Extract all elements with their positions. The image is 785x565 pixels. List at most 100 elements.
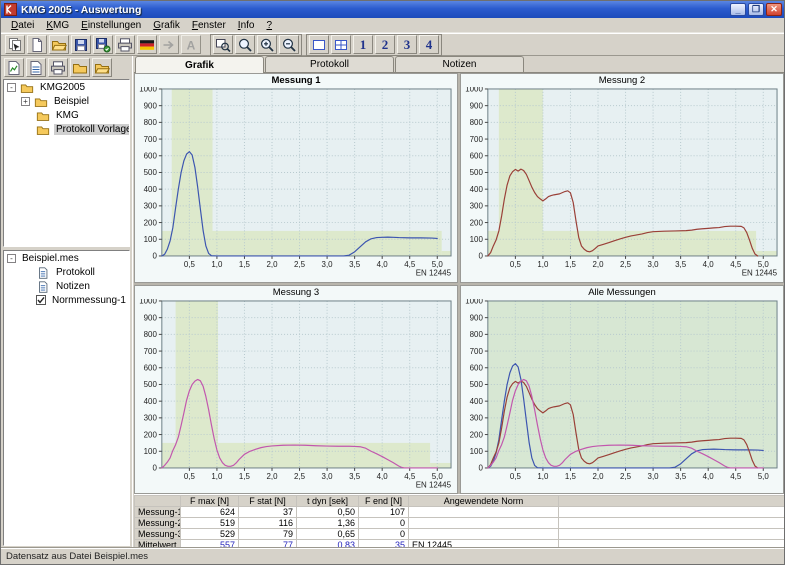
x-tick-label: 5,0 xyxy=(432,471,444,480)
open-folder-icon xyxy=(51,37,67,53)
tree-item-protokoll[interactable]: Protokoll xyxy=(4,265,129,279)
close-button[interactable]: ✕ xyxy=(766,3,782,16)
chart-svg-messung-2[interactable]: 010020030040050060070080090010000,51,01,… xyxy=(461,87,783,282)
tab-grafik[interactable]: Grafik xyxy=(135,56,264,73)
table-doc-button[interactable] xyxy=(26,58,46,77)
restore-button[interactable]: ❐ xyxy=(748,3,764,16)
x-tick-label: 5,0 xyxy=(758,471,770,480)
tolerance-zone xyxy=(488,231,756,256)
chart-svg-alle-messungen[interactable]: 010020030040050060070080090010000,51,01,… xyxy=(461,299,783,494)
document-icon xyxy=(36,266,50,280)
tree-item-kmg2005[interactable]: -KMG2005 xyxy=(4,80,129,94)
chart-doc-button[interactable] xyxy=(4,58,24,77)
tab-notizen[interactable]: Notizen xyxy=(395,56,524,72)
flag-german-button[interactable] xyxy=(137,35,157,54)
open-folder-button[interactable] xyxy=(49,35,69,54)
x-tick-label: 3,5 xyxy=(675,471,687,480)
tree-item-normmessung-1[interactable]: Normmessung-1 xyxy=(4,293,129,307)
letter-a-button[interactable]: A xyxy=(181,35,201,54)
print-button[interactable] xyxy=(115,35,135,54)
checkbox-checked-icon[interactable] xyxy=(36,295,46,305)
table-row-messung-1[interactable]: Messung-1624370,50107 xyxy=(135,507,785,518)
tree-item-beispiel-mes[interactable]: -Beispiel.mes xyxy=(4,251,129,265)
menu-fenster[interactable]: Fenster xyxy=(186,19,232,32)
table-row-messung-3[interactable]: Messung-3529790,650 xyxy=(135,529,785,540)
y-tick-label: 300 xyxy=(144,202,158,211)
view-1-button[interactable]: 1 xyxy=(353,35,373,54)
folder-tree[interactable]: -KMG2005+BeispielKMGProtokoll Vorlage xyxy=(3,79,130,247)
chart-panel-alle-messungen[interactable]: Alle Messungen01002003004005006007008009… xyxy=(460,285,784,495)
file-tree[interactable]: -Beispiel.mes ProtokollNotizenNormmessung… xyxy=(3,250,130,546)
y-tick-label: 400 xyxy=(144,396,158,405)
x-tick-label: 1,0 xyxy=(537,471,549,480)
chart-svg-messung-3[interactable]: 010020030040050060070080090010000,51,01,… xyxy=(135,299,457,494)
expander-minus-icon[interactable]: - xyxy=(7,254,16,263)
tree-item-beispiel[interactable]: +Beispiel xyxy=(4,94,129,108)
cell: 37 xyxy=(239,507,297,518)
table-row-messung-2[interactable]: Messung-25191161,360 xyxy=(135,518,785,529)
menu-?[interactable]: ? xyxy=(260,19,278,32)
chart-panel-messung-3[interactable]: Messung 30100200300400500600700800900100… xyxy=(134,285,458,495)
folder-open-button[interactable] xyxy=(92,58,112,77)
menu-info[interactable]: Info xyxy=(232,19,261,32)
chart-svg-messung-1[interactable]: 010020030040050060070080090010000,51,01,… xyxy=(135,87,457,282)
new-document-button[interactable] xyxy=(27,35,47,54)
x-tick-label: 2,0 xyxy=(266,260,278,269)
cell: 107 xyxy=(359,507,409,518)
minimize-button[interactable]: _ xyxy=(730,3,746,16)
menu-grafik[interactable]: Grafik xyxy=(147,19,186,32)
y-tick-label: 900 xyxy=(144,313,158,322)
tree-label: Protokoll xyxy=(54,267,97,278)
x-tick-label: 1,0 xyxy=(211,260,223,269)
chart-panel-messung-2[interactable]: Messung 20100200300400500600700800900100… xyxy=(460,73,784,283)
y-tick-label: 700 xyxy=(144,346,158,355)
expander-minus-icon[interactable]: - xyxy=(7,83,16,92)
x-tick-label: 3,0 xyxy=(648,260,660,269)
menu-einstellungen[interactable]: Einstellungen xyxy=(75,19,147,32)
select-files-button[interactable] xyxy=(5,35,25,54)
view-2-button[interactable]: 2 xyxy=(375,35,395,54)
tree-item-protokoll-vorlage[interactable]: Protokoll Vorlage xyxy=(4,122,129,136)
save-all-icon xyxy=(95,37,111,53)
folder-button[interactable] xyxy=(70,58,90,77)
tree-item-notizen[interactable]: Notizen xyxy=(4,279,129,293)
save-all-button[interactable] xyxy=(93,35,113,54)
zoom-button[interactable] xyxy=(235,35,255,54)
tolerance-zone xyxy=(442,251,451,256)
zoom-out-button[interactable] xyxy=(279,35,299,54)
y-tick-label: 800 xyxy=(144,330,158,339)
save-button[interactable] xyxy=(71,35,91,54)
chart-panel-messung-1[interactable]: Messung 10100200300400500600700800900100… xyxy=(134,73,458,283)
y-tick-label: 200 xyxy=(470,430,484,439)
x-tick-label: 3,0 xyxy=(322,471,334,480)
view-single-button[interactable] xyxy=(309,35,329,54)
cell: 0 xyxy=(359,529,409,540)
x-tick-label: 2,0 xyxy=(592,471,604,480)
expander-plus-icon[interactable]: + xyxy=(21,97,30,106)
cell: EN 12445 xyxy=(409,540,559,549)
y-tick-label: 200 xyxy=(470,218,484,227)
y-tick-label: 100 xyxy=(470,447,484,456)
menu-datei[interactable]: Datei xyxy=(5,19,40,32)
column-header-f-end-n: F end [N] xyxy=(359,496,409,507)
y-tick-label: 1000 xyxy=(465,299,483,306)
column-header-f-stat-n: F stat [N] xyxy=(239,496,297,507)
view-3-button[interactable]: 3 xyxy=(397,35,417,54)
view-4-button[interactable]: 4 xyxy=(419,35,439,54)
zoom-window-button[interactable] xyxy=(213,35,233,54)
tree-item-kmg[interactable]: KMG xyxy=(4,108,129,122)
y-tick-label: 600 xyxy=(470,363,484,372)
menu-kmg[interactable]: KMG xyxy=(40,19,75,32)
print-button[interactable] xyxy=(48,58,68,77)
y-tick-label: 600 xyxy=(470,152,484,161)
tab-protokoll[interactable]: Protokoll xyxy=(265,56,394,72)
zoom-in-button[interactable] xyxy=(257,35,277,54)
x-tick-label: 0,5 xyxy=(184,260,196,269)
arrow-right-button[interactable] xyxy=(159,35,179,54)
y-tick-label: 100 xyxy=(144,235,158,244)
view-quad-button[interactable] xyxy=(331,35,351,54)
table-row-mittelwert[interactable]: Mittelwert557770,8335EN 12445 xyxy=(135,540,785,549)
tab-strip: GrafikProtokollNotizen xyxy=(134,56,784,73)
status-text: Datensatz aus Datei Beispiel.mes xyxy=(6,551,148,562)
cell: 0,65 xyxy=(297,529,359,540)
